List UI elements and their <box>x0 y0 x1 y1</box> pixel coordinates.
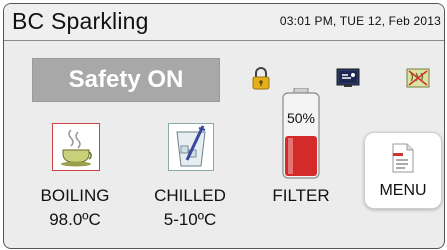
boiling-value: 98.0ºC <box>49 210 101 229</box>
title-bar: BC Sparkling 03:01 PM, TUE 12, Feb 2013 <box>4 4 444 41</box>
display-icon[interactable] <box>336 68 360 93</box>
app-title: BC Sparkling <box>12 8 149 34</box>
chilled-glass-icon <box>168 123 214 171</box>
datetime: 03:01 PM, TUE 12, Feb 2013 <box>279 14 441 28</box>
filter-label: FILTER <box>272 186 330 205</box>
safety-label: Safety ON <box>68 66 184 93</box>
chilled-label: CHILLED <box>154 186 226 205</box>
filter-tile[interactable]: 50% <box>279 87 323 180</box>
safety-status-button[interactable]: Safety ON <box>32 58 220 102</box>
chilled-value: 5-10ºC <box>163 210 217 229</box>
menu-label: MENU <box>379 182 427 199</box>
device-screen: BC Sparkling 03:01 PM, TUE 12, Feb 2013 … <box>3 3 445 249</box>
lock-icon[interactable] <box>251 66 271 95</box>
document-icon <box>391 143 415 178</box>
menu-button[interactable]: MENU <box>364 132 442 209</box>
filter-percent: 50% <box>286 110 316 126</box>
boiling-label: BOILING <box>40 186 110 205</box>
battery-icon <box>279 87 323 180</box>
boiling-cup-icon <box>52 123 100 171</box>
heater-off-icon[interactable] <box>406 68 430 93</box>
